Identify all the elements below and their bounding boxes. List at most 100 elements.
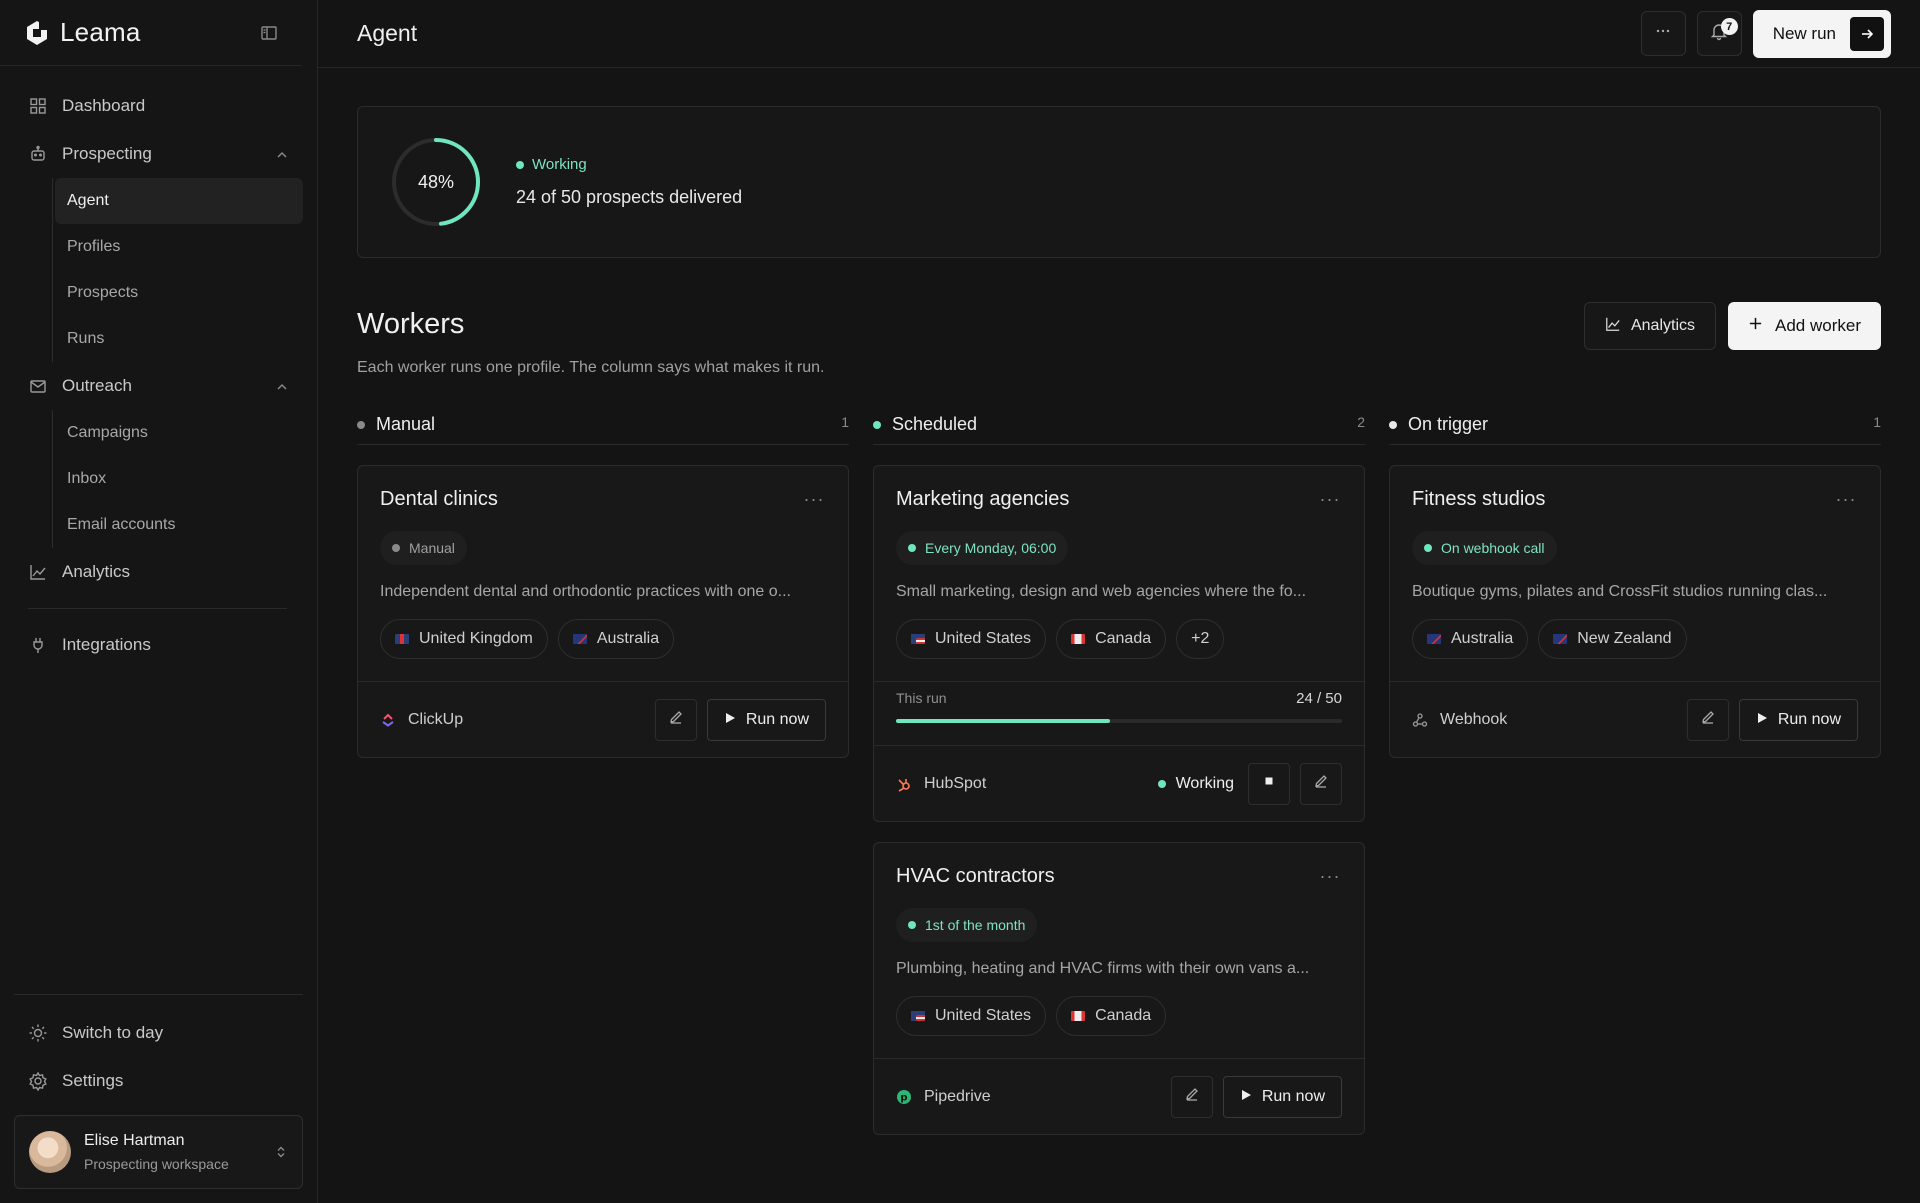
- sidebar-item-profiles[interactable]: Profiles: [55, 224, 303, 270]
- worker-card-fitness-studios[interactable]: Fitness studios ··· On webhook call Bout…: [1389, 465, 1881, 758]
- plug-icon: [28, 635, 48, 655]
- more-horizontal-icon[interactable]: ···: [1318, 866, 1342, 887]
- chevron-up-icon[interactable]: [275, 379, 289, 393]
- us-flag-icon: [911, 1011, 925, 1021]
- column-count: 1: [1873, 413, 1881, 430]
- stop-button[interactable]: [1248, 762, 1290, 805]
- tag-label: United States: [935, 1007, 1032, 1024]
- chip-dot: [908, 921, 916, 929]
- column-label: On trigger: [1408, 414, 1489, 434]
- sidebar-item-campaigns[interactable]: Campaigns: [55, 410, 303, 456]
- sidebar-item-prospects[interactable]: Prospects: [55, 270, 303, 316]
- new-run-button[interactable]: New run: [1752, 9, 1891, 58]
- chip-dot: [908, 544, 916, 552]
- chip-label: 1st of the month: [925, 917, 1026, 933]
- notifications-button[interactable]: 7: [1696, 11, 1742, 56]
- card-actions: Working: [1157, 762, 1342, 805]
- column-manual: Manual 1 Dental clinics ··· Manual Indep…: [357, 405, 849, 1135]
- agent-content: 48% Working 24 of 50 prospects delivered…: [318, 68, 1920, 1135]
- column-header: On trigger 1: [1389, 405, 1881, 445]
- sidebar-collapse-icon[interactable]: [260, 24, 278, 42]
- sidebar-item-inbox[interactable]: Inbox: [55, 456, 303, 502]
- column-label: Manual: [376, 414, 436, 434]
- stop-icon: [1261, 773, 1277, 794]
- canada-flag-icon: [1071, 1011, 1086, 1021]
- card-body: Fitness studios ··· On webhook call Bout…: [1390, 466, 1880, 681]
- card-description: Plumbing, heating and HVAC firms with th…: [896, 960, 1310, 977]
- edit-button[interactable]: [654, 698, 697, 741]
- new-run-label: New run: [1772, 23, 1836, 43]
- sidebar-bottom: Switch to day Settings Elise Hartman Pro…: [0, 994, 317, 1203]
- leama-logo-icon: [24, 20, 50, 46]
- more-countries-tag[interactable]: +2: [1176, 619, 1225, 659]
- tag-label: Australia: [1451, 630, 1514, 647]
- sidebar-item-dashboard[interactable]: Dashboard: [14, 82, 303, 130]
- chip-label: On webhook call: [1441, 540, 1545, 556]
- topbar: Agent 7 New run: [318, 0, 1920, 68]
- working-status: Working: [1157, 775, 1234, 793]
- schedule-chip: 1st of the month: [896, 908, 1038, 942]
- edit-button[interactable]: [1170, 1075, 1213, 1118]
- top-actions: 7 New run: [1640, 9, 1891, 58]
- run-now-button[interactable]: Run now: [1738, 698, 1858, 741]
- sidebar-item-prospecting[interactable]: Prospecting: [14, 130, 303, 178]
- card-footer: p Pipedrive Run now: [874, 1058, 1364, 1134]
- arrow-right-icon: [1850, 16, 1884, 51]
- add-worker-button[interactable]: Add worker: [1728, 302, 1881, 350]
- play-icon: [724, 711, 736, 729]
- brand[interactable]: Leama: [24, 17, 141, 48]
- tag-label: Canada: [1095, 630, 1152, 647]
- edit-button[interactable]: [1300, 762, 1342, 805]
- tag-label: Canada: [1095, 1007, 1152, 1024]
- pipedrive-icon: p: [896, 1089, 912, 1105]
- sun-icon: [28, 1023, 48, 1043]
- chip-dot: [392, 544, 400, 552]
- integration-label: Pipedrive: [924, 1087, 991, 1105]
- analytics-button[interactable]: Analytics: [1583, 302, 1717, 350]
- integration: p Pipedrive: [896, 1088, 991, 1106]
- card-actions: Run now: [1686, 698, 1858, 741]
- sidebar-item-outreach[interactable]: Outreach: [14, 362, 303, 410]
- country-tag: United States: [896, 619, 1047, 659]
- country-tag: Canada: [1056, 619, 1167, 659]
- column-header: Scheduled 2: [873, 405, 1365, 445]
- more-horizontal-icon[interactable]: ···: [802, 489, 826, 510]
- card-footer: HubSpot Working: [874, 745, 1364, 821]
- workers-header: Workers Each worker runs one profile. Th…: [357, 302, 1881, 377]
- switch-theme-button[interactable]: Switch to day: [14, 1009, 303, 1057]
- chevron-up-icon[interactable]: [275, 147, 289, 161]
- integration: Webhook: [1412, 711, 1507, 729]
- sidebar-item-agent[interactable]: Agent: [55, 178, 303, 224]
- tag-label: United Kingdom: [419, 630, 533, 647]
- worker-card-hvac-contractors[interactable]: HVAC contractors ··· 1st of the month Pl…: [873, 842, 1365, 1135]
- sidebar-nav: Dashboard Prospecting Agent Profiles Pro…: [0, 66, 317, 669]
- country-tags: United Kingdom Australia: [380, 619, 826, 659]
- card-body: HVAC contractors ··· 1st of the month Pl…: [874, 843, 1364, 1058]
- sidebar-item-analytics[interactable]: Analytics: [14, 548, 303, 596]
- card-top: HVAC contractors ···: [896, 865, 1342, 888]
- add-worker-label: Add worker: [1775, 316, 1861, 335]
- more-horizontal-icon[interactable]: ···: [1318, 489, 1342, 510]
- chart-line-icon: [28, 562, 48, 582]
- canada-flag-icon: [1071, 634, 1086, 644]
- column-dot: [1389, 420, 1397, 429]
- country-tag: Australia: [557, 619, 675, 659]
- more-options-button[interactable]: [1640, 11, 1686, 56]
- run-now-button[interactable]: Run now: [1222, 1075, 1342, 1118]
- chip-dot: [1424, 544, 1432, 552]
- sidebar-item-integrations[interactable]: Integrations: [14, 621, 303, 669]
- worker-card-marketing-agencies[interactable]: Marketing agencies ··· Every Monday, 06:…: [873, 465, 1365, 822]
- progress-value: 24 / 50: [1296, 690, 1342, 707]
- run-now-button[interactable]: Run now: [706, 698, 826, 741]
- user-switcher[interactable]: Elise Hartman Prospecting workspace: [14, 1115, 303, 1189]
- sidebar-item-runs[interactable]: Runs: [55, 316, 303, 362]
- sidebar-item-email-accounts[interactable]: Email accounts: [55, 502, 303, 548]
- gear-icon: [28, 1071, 48, 1091]
- settings-button[interactable]: Settings: [14, 1057, 303, 1105]
- edit-button[interactable]: [1686, 698, 1729, 741]
- more-horizontal-icon[interactable]: ···: [1834, 489, 1858, 510]
- worker-card-dental-clinics[interactable]: Dental clinics ··· Manual Independent de…: [357, 465, 849, 758]
- run-progress: This run 24 / 50: [874, 681, 1364, 745]
- status-indicator: Working: [516, 156, 742, 173]
- progress-ring: 48%: [388, 134, 484, 230]
